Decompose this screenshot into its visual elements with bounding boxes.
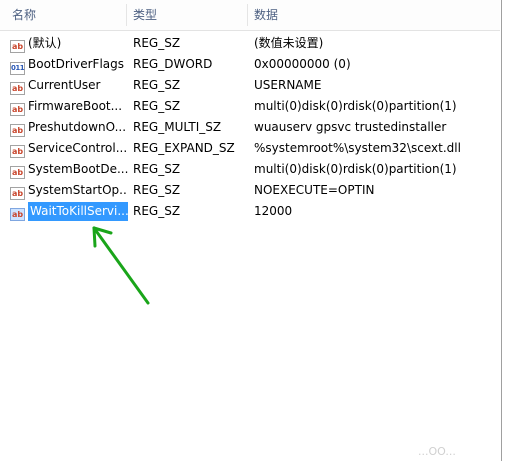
string-value-icon: ab (10, 103, 25, 116)
string-value-icon: ab (10, 124, 25, 137)
value-name: FirmwareBoot... (28, 99, 123, 113)
value-name-cell[interactable]: ab SystemBootDe... (10, 159, 128, 180)
value-name-cell[interactable]: ab (默认) (10, 33, 128, 54)
value-type-cell: REG_DWORD (133, 57, 213, 71)
value-data-cell: multi(0)disk(0)rdisk(0)partition(1) (254, 162, 457, 176)
value-name-cell[interactable]: ab ServiceControl... (10, 138, 128, 159)
value-data-cell: 0x00000000 (0) (254, 57, 351, 71)
value-type-cell: REG_SZ (133, 162, 181, 176)
pane-border (501, 0, 502, 461)
registry-value-row[interactable]: ab ServiceControl... REG_EXPAND_SZ %systemr… (0, 138, 500, 159)
registry-value-row[interactable]: ab SystemBootDe... REG_SZ multi(0)disk(0)rd… (0, 159, 500, 180)
value-type-cell: REG_SZ (133, 99, 181, 113)
value-name: BootDriverFlags (28, 57, 125, 71)
value-name: (默认) (28, 36, 62, 50)
value-data-cell: multi(0)disk(0)rdisk(0)partition(1) (254, 99, 457, 113)
value-name-cell[interactable]: ab CurrentUser (10, 75, 128, 96)
string-value-icon: ab (10, 40, 25, 53)
value-type-cell: REG_SZ (133, 78, 181, 92)
value-type-cell: REG_SZ (133, 204, 181, 218)
column-header-name[interactable]: 名称 (6, 0, 126, 30)
value-name: SystemStartOp... (28, 183, 128, 197)
value-name: PreshutdownO... (28, 120, 127, 134)
string-value-icon: ab (10, 82, 25, 95)
value-type-cell: REG_SZ (133, 36, 181, 50)
value-name: CurrentUser (28, 78, 101, 92)
value-name-cell[interactable]: ab PreshutdownO... (10, 117, 128, 138)
value-data-cell: NOEXECUTE=OPTIN (254, 183, 375, 197)
value-data-cell: wuauserv gpsvc trustedinstaller (254, 120, 447, 134)
value-type-cell: REG_MULTI_SZ (133, 120, 222, 134)
string-value-icon: ab (10, 208, 25, 221)
string-value-icon: ab (10, 166, 25, 179)
value-name: WaitToKillServi... (28, 202, 128, 221)
value-name-cell[interactable]: ab WaitToKillServi... (10, 201, 128, 222)
column-header-type[interactable]: 类型 (127, 0, 247, 30)
registry-value-row[interactable]: ab PreshutdownO... REG_MULTI_SZ wuauserv gp… (0, 117, 500, 138)
string-value-icon: ab (10, 145, 25, 158)
binary-value-icon: 011 (10, 62, 25, 75)
value-data-cell: %systemroot%\system32\scext.dll (254, 141, 461, 155)
value-type-cell: REG_EXPAND_SZ (133, 141, 235, 155)
registry-value-row[interactable]: ab CurrentUser REG_SZ USERNAME (0, 75, 500, 96)
registry-value-row[interactable]: ab SystemStartOp... REG_SZ NOEXECUTE=OPTIN (0, 180, 500, 201)
value-name-cell[interactable]: ab SystemStartOp... (10, 180, 128, 201)
value-name: ServiceControl... (28, 141, 128, 155)
registry-value-list: ab (默认) REG_SZ (数值未设置) 011 BootDriverFlags REG… (0, 33, 500, 222)
registry-value-row[interactable]: ab WaitToKillServi... REG_SZ 12000 (0, 201, 500, 222)
value-data-cell: (数值未设置) (254, 36, 324, 50)
value-data-cell: 12000 (254, 204, 293, 218)
green-arrow-icon (92, 226, 150, 305)
registry-value-row[interactable]: ab FirmwareBoot... REG_SZ multi(0)disk(0)rd… (0, 96, 500, 117)
column-header-data[interactable]: 数据 (248, 0, 498, 30)
registry-value-row[interactable]: ab (默认) REG_SZ (数值未设置) (0, 33, 500, 54)
watermark: ...OO... (418, 445, 456, 458)
list-header: 名称 类型 数据 (0, 0, 500, 31)
registry-value-row[interactable]: 011 BootDriverFlags REG_DWORD 0x00000000 (0… (0, 54, 500, 75)
value-name: SystemBootDe... (28, 162, 128, 176)
value-name-cell[interactable]: ab FirmwareBoot... (10, 96, 128, 117)
value-type-cell: REG_SZ (133, 183, 181, 197)
value-name-cell[interactable]: 011 BootDriverFlags (10, 54, 128, 75)
value-data-cell: USERNAME (254, 78, 322, 92)
string-value-icon: ab (10, 187, 25, 200)
